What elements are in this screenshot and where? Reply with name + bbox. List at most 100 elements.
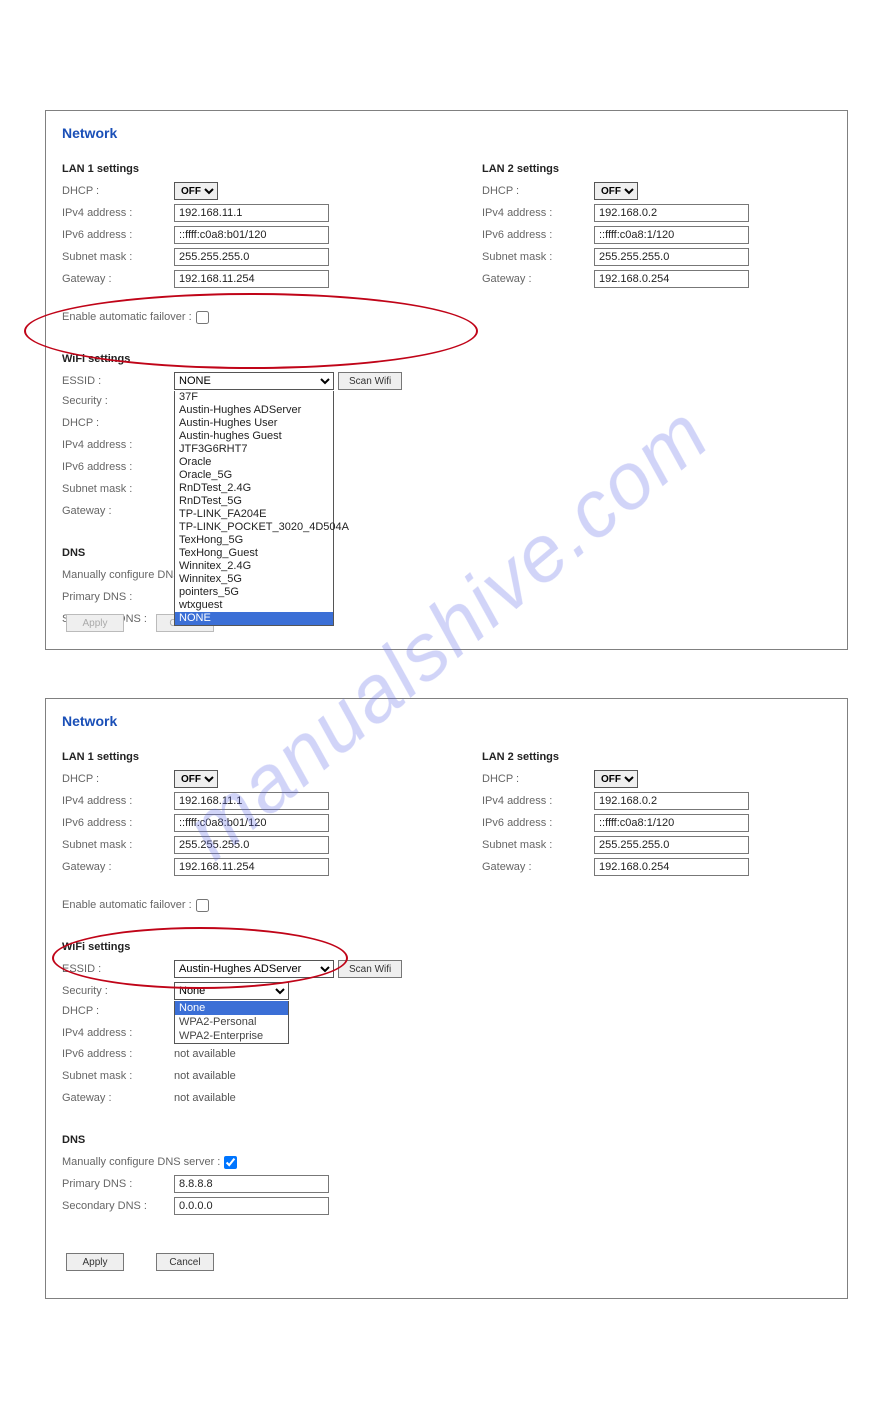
lan1-gateway-input[interactable] <box>174 270 329 288</box>
scan-wifi-button[interactable]: Scan Wifi <box>338 372 402 390</box>
lan1-dhcp-label: DHCP : <box>62 773 174 785</box>
failover-checkbox[interactable] <box>196 311 209 324</box>
lan2-dhcp-label: DHCP : <box>482 185 594 197</box>
dns-secondary-label: Secondary DNS : <box>62 1200 174 1212</box>
wifi-security-select[interactable]: None <box>174 982 289 1000</box>
dns-heading: DNS <box>62 1134 831 1146</box>
essid-dropdown-list[interactable]: 37FAustin-Hughes ADServerAustin-Hughes U… <box>174 391 334 626</box>
wifi-essid-label: ESSID : <box>62 375 174 387</box>
lan1-subnet-label: Subnet mask : <box>62 839 174 851</box>
lan2-gateway-input[interactable] <box>594 270 749 288</box>
wifi-security-label: Security : <box>62 395 174 407</box>
essid-option[interactable]: Austin-Hughes User <box>175 417 333 430</box>
essid-option[interactable]: Winnitex_2.4G <box>175 560 333 573</box>
lan1-heading: LAN 1 settings <box>62 163 422 175</box>
wifi-gateway-label: Gateway : <box>62 1092 174 1104</box>
panel-title: Network <box>62 125 831 141</box>
lan1-ipv4-input[interactable] <box>174 792 329 810</box>
lan2-ipv6-input[interactable] <box>594 226 749 244</box>
wifi-essid-select[interactable]: Austin-Hughes ADServer <box>174 960 334 978</box>
lan2-gateway-input[interactable] <box>594 858 749 876</box>
lan2-subnet-label: Subnet mask : <box>482 839 594 851</box>
lan2-dhcp-select[interactable]: OFF <box>594 182 638 200</box>
lan1-heading: LAN 1 settings <box>62 751 422 763</box>
wifi-essid-label: ESSID : <box>62 963 174 975</box>
essid-option[interactable]: Oracle <box>175 456 333 469</box>
dns-manual-checkbox[interactable] <box>224 1156 237 1169</box>
security-option[interactable]: None <box>175 1001 288 1015</box>
dns-manual-label: Manually configure DNS server : <box>62 1156 220 1168</box>
lan2-heading: LAN 2 settings <box>482 751 762 763</box>
essid-option[interactable]: RnDTest_2.4G <box>175 482 333 495</box>
lan2-subnet-label: Subnet mask : <box>482 251 594 263</box>
lan1-dhcp-select[interactable]: OFF <box>174 182 218 200</box>
essid-option[interactable]: 37F <box>175 391 333 404</box>
wifi-dhcp-label: DHCP : <box>62 417 174 429</box>
network-panel-1: Network LAN 1 settings DHCP : OFF IPv4 a… <box>45 110 848 650</box>
lan1-ipv6-input[interactable] <box>174 814 329 832</box>
highlight-ellipse-2 <box>52 927 348 989</box>
essid-option[interactable]: pointers_5G <box>175 586 333 599</box>
lan2-ipv4-input[interactable] <box>594 204 749 222</box>
lan2-subnet-input[interactable] <box>594 836 749 854</box>
lan2-dhcp-label: DHCP : <box>482 773 594 785</box>
lan1-ipv4-input[interactable] <box>174 204 329 222</box>
cancel-button[interactable]: Cancel <box>156 1253 214 1271</box>
security-option[interactable]: WPA2-Personal <box>175 1015 288 1029</box>
failover-label: Enable automatic failover : <box>62 899 192 911</box>
apply-button[interactable]: Apply <box>66 614 124 632</box>
wifi-subnet-label: Subnet mask : <box>62 483 174 495</box>
essid-option[interactable]: Winnitex_5G <box>175 573 333 586</box>
essid-option[interactable]: TP-LINK_FA204E <box>175 508 333 521</box>
wifi-heading: WiFi settings <box>62 941 831 953</box>
dns-primary-label: Primary DNS : <box>62 1178 174 1190</box>
wifi-gateway-value: not available <box>174 1092 236 1104</box>
essid-option[interactable]: NONE <box>175 612 333 625</box>
failover-label: Enable automatic failover : <box>62 311 192 323</box>
essid-option[interactable]: JTF3G6RHT7 <box>175 443 333 456</box>
lan2-ipv4-input[interactable] <box>594 792 749 810</box>
essid-option[interactable]: wtxguest <box>175 599 333 612</box>
lan1-ipv6-input[interactable] <box>174 226 329 244</box>
essid-option[interactable]: Oracle_5G <box>175 469 333 482</box>
essid-option[interactable]: TP-LINK_POCKET_3020_4D504A <box>175 521 333 534</box>
lan2-dhcp-select[interactable]: OFF <box>594 770 638 788</box>
scan-wifi-button[interactable]: Scan Wifi <box>338 960 402 978</box>
essid-option[interactable]: TexHong_5G <box>175 534 333 547</box>
wifi-essid-select[interactable]: NONE <box>174 372 334 390</box>
dns-secondary-input[interactable] <box>174 1197 329 1215</box>
lan2-ipv6-label: IPv6 address : <box>482 229 594 241</box>
lan2-heading: LAN 2 settings <box>482 163 762 175</box>
security-option[interactable]: WPA2-Enterprise <box>175 1029 288 1043</box>
essid-option[interactable]: RnDTest_5G <box>175 495 333 508</box>
apply-button[interactable]: Apply <box>66 1253 124 1271</box>
security-dropdown-list[interactable]: NoneWPA2-PersonalWPA2-Enterprise <box>174 1001 289 1044</box>
dns-primary-input[interactable] <box>174 1175 329 1193</box>
dns-primary-label: Primary DNS : <box>62 591 174 603</box>
lan1-dhcp-label: DHCP : <box>62 185 174 197</box>
network-panel-2: Network LAN 1 settings DHCP :OFF IPv4 ad… <box>45 698 848 1299</box>
lan1-gateway-label: Gateway : <box>62 861 174 873</box>
lan2-ipv4-label: IPv4 address : <box>482 795 594 807</box>
essid-option[interactable]: TexHong_Guest <box>175 547 333 560</box>
wifi-subnet-value: not available <box>174 1070 236 1082</box>
lan1-subnet-input[interactable] <box>174 836 329 854</box>
lan1-subnet-label: Subnet mask : <box>62 251 174 263</box>
lan1-ipv6-label: IPv6 address : <box>62 229 174 241</box>
wifi-ipv4-label: IPv4 address : <box>62 1027 174 1039</box>
failover-checkbox[interactable] <box>196 899 209 912</box>
essid-option[interactable]: Austin-Hughes ADServer <box>175 404 333 417</box>
lan1-subnet-input[interactable] <box>174 248 329 266</box>
lan1-gateway-label: Gateway : <box>62 273 174 285</box>
wifi-dhcp-label: DHCP : <box>62 1005 174 1017</box>
lan2-ipv6-input[interactable] <box>594 814 749 832</box>
lan2-gateway-label: Gateway : <box>482 861 594 873</box>
panel-title: Network <box>62 713 831 729</box>
wifi-ipv6-label: IPv6 address : <box>62 461 174 473</box>
lan2-subnet-input[interactable] <box>594 248 749 266</box>
wifi-heading: WiFi settings <box>62 353 831 365</box>
lan1-dhcp-select[interactable]: OFF <box>174 770 218 788</box>
essid-option[interactable]: Austin-hughes Guest <box>175 430 333 443</box>
wifi-security-label: Security : <box>62 985 174 997</box>
lan1-gateway-input[interactable] <box>174 858 329 876</box>
